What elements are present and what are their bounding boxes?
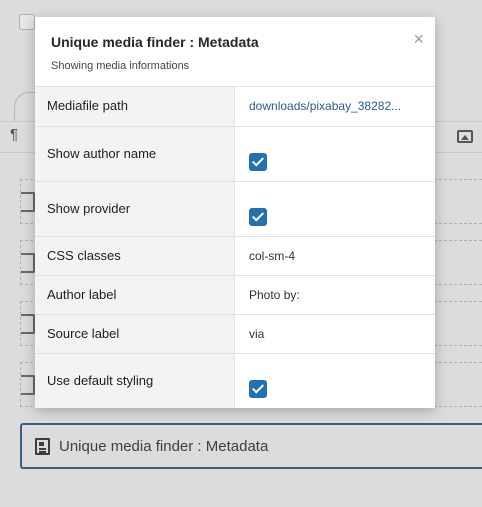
row-label: Author label (35, 275, 235, 315)
row-label: Show provider (35, 181, 235, 237)
paragraph-icon[interactable]: ¶ (10, 126, 18, 143)
close-icon[interactable]: × (413, 30, 424, 48)
author-label-value: Photo by: (234, 275, 435, 315)
table-row: CSS classes col-sm-4 (35, 236, 435, 276)
table-row: Show provider (35, 181, 435, 237)
row-label: Mediafile path (35, 87, 235, 127)
row-label: Source label (35, 314, 235, 354)
table-row: Use default styling (35, 353, 435, 408)
show-author-name-checkbox[interactable] (249, 152, 267, 171)
source-label-value: via (234, 314, 435, 354)
mediafile-path-value: downloads/pixabay_38282... (234, 87, 435, 127)
css-classes-value: col-sm-4 (234, 236, 435, 276)
metadata-modal: Unique media finder : Metadata Showing m… (35, 17, 435, 408)
table-row: Author label Photo by: (35, 275, 435, 315)
modal-title: Unique media finder : Metadata (51, 34, 259, 50)
use-default-styling-cell (235, 353, 436, 408)
mediafile-path-text: downloads/pixabay_38282... (249, 99, 402, 113)
block-type-icon (35, 437, 50, 455)
selected-block[interactable]: Unique media finder : Metadata (20, 423, 482, 469)
row-label: Show author name (35, 126, 235, 182)
show-author-name-cell (234, 126, 435, 182)
background-checkbox[interactable] (19, 14, 35, 30)
table-row: Show author name (35, 126, 435, 182)
row-label: Use default styling (35, 353, 235, 408)
row-label: CSS classes (35, 236, 235, 276)
modal-header: Unique media finder : Metadata Showing m… (35, 17, 435, 87)
table-row: Mediafile path downloads/pixabay_38282..… (35, 87, 435, 127)
modal-subtitle: Showing media informations (51, 60, 190, 72)
show-provider-cell (234, 181, 435, 237)
table-row: Source label via (35, 314, 435, 354)
show-provider-checkbox[interactable] (249, 207, 267, 226)
selected-block-title: Unique media finder : Metadata (59, 437, 269, 455)
image-icon[interactable] (457, 130, 473, 143)
metadata-table: Mediafile path downloads/pixabay_38282..… (35, 87, 435, 408)
use-default-styling-checkbox[interactable] (249, 379, 267, 398)
